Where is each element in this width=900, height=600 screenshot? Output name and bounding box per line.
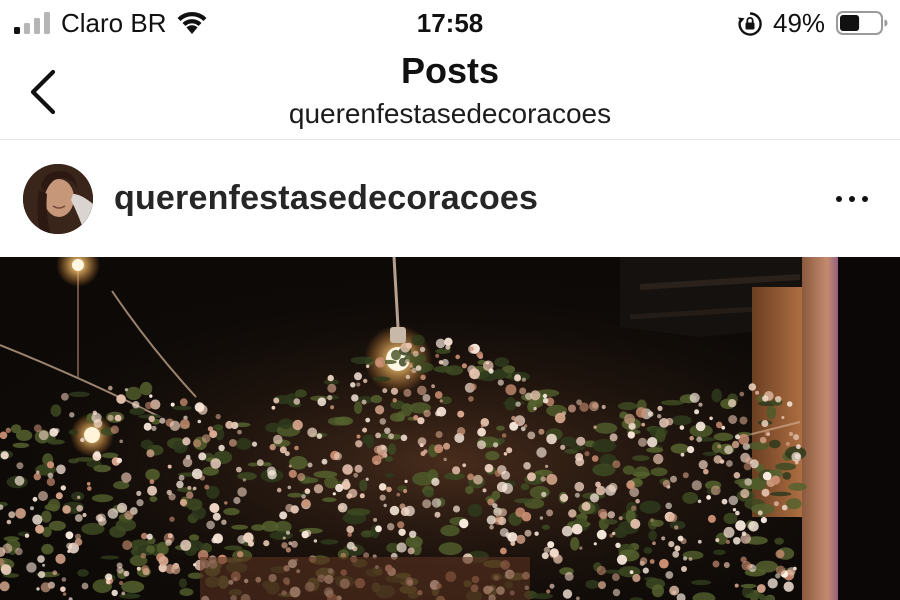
more-horizontal-icon[interactable] xyxy=(830,190,874,208)
clock: 17:58 xyxy=(416,8,484,38)
battery-icon xyxy=(836,11,888,35)
avatar[interactable] xyxy=(23,164,93,234)
night-garden-photo xyxy=(0,257,900,600)
orientation-lock-icon xyxy=(738,12,762,36)
avatar-image xyxy=(23,164,93,234)
post-image[interactable] xyxy=(0,257,900,600)
status-bar: Claro BR 17:58 49% xyxy=(0,0,900,46)
page-subtitle-username[interactable]: querenfestasedecoracoes xyxy=(0,98,900,130)
nav-header: Posts querenfestasedecoracoes xyxy=(0,46,900,140)
post-header: querenfestasedecoracoes xyxy=(0,140,900,257)
page-title: Posts xyxy=(400,50,500,91)
battery-percent: 49% xyxy=(773,8,826,38)
post-username[interactable]: querenfestasedecoracoes xyxy=(114,178,538,218)
